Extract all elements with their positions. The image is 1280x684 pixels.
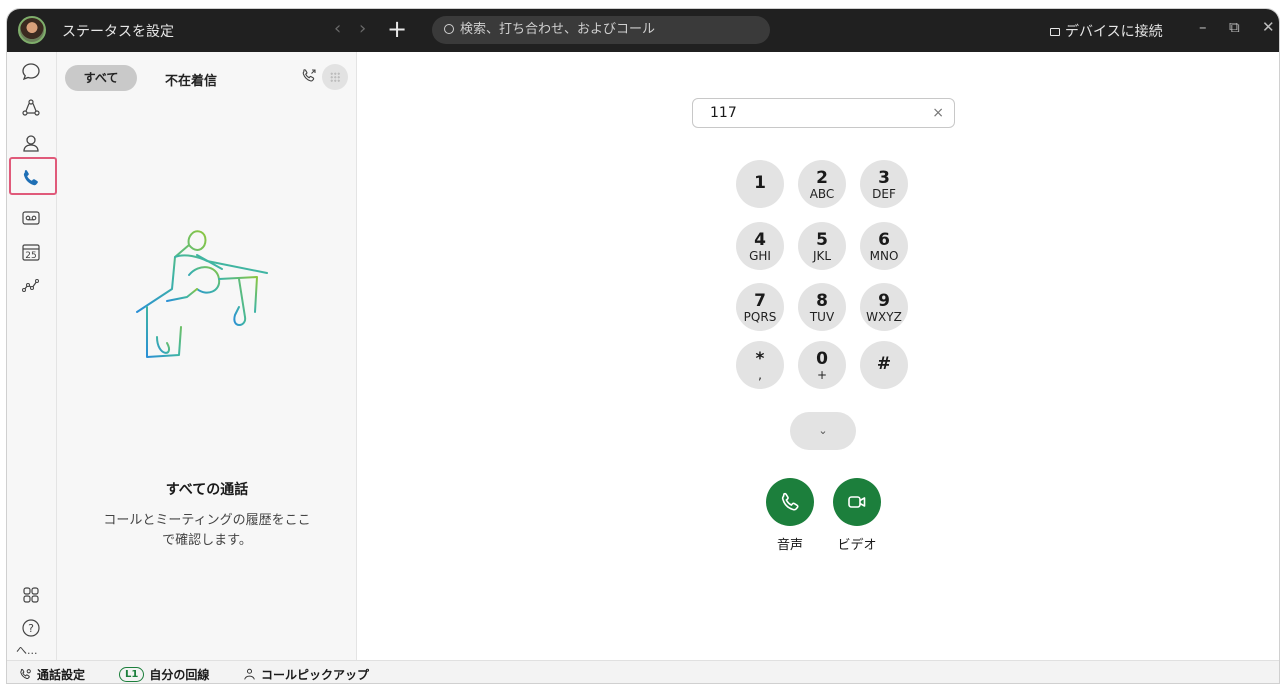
calling-icon[interactable] [20,167,42,189]
cast-icon [1050,28,1060,36]
title-bar: ステータスを設定 ‹ › + 検索、打ち合わせ、およびコール デバイスに接続 –… [7,9,1279,52]
key-1[interactable]: 1 [736,160,784,208]
clear-input-button[interactable]: × [932,99,944,127]
empty-state-title: すべての通話 [165,482,249,498]
empty-state-description: コールとミーティングの履歴をここで確認します。 [103,513,311,548]
messaging-icon[interactable] [20,61,42,83]
apps-icon[interactable] [20,584,42,606]
video-icon [848,496,866,508]
key-4[interactable]: 4 GHI [736,222,784,270]
more-label[interactable]: へ... [16,642,38,658]
search-icon [444,24,454,34]
key-5[interactable]: 5 JKL [798,222,846,270]
analytics-icon[interactable] [20,274,42,296]
tab-all[interactable]: すべて [65,65,137,91]
video-call-button[interactable] [833,478,881,526]
svg-text:?: ? [28,622,34,635]
more-options-dropdown[interactable]: ⌄ [790,412,856,450]
call-history-panel: すべて 不在着信 すべての通話 コールとミーティングの履歴をここで確認します。 [57,52,357,660]
avatar[interactable] [18,16,46,44]
maximize-button[interactable]: ⧉ [1229,18,1240,36]
phone-icon [781,492,799,511]
call-pickup-label: コールピックアップ [261,668,370,682]
key-8[interactable]: 8 TUV [798,283,846,331]
call-pickup-button[interactable]: コールピックアップ [243,666,369,683]
key-7[interactable]: 7 PQRS [736,283,784,331]
my-line-label: 自分の回線 [149,668,210,682]
close-button[interactable]: ✕ [1262,18,1275,36]
key-hash[interactable]: # [860,341,908,389]
my-line-button[interactable]: L1 自分の回線 [119,666,209,683]
search-input[interactable]: 検索、打ち合わせ、およびコール [432,16,770,44]
app-window: ステータスを設定 ‹ › + 検索、打ち合わせ、およびコール デバイスに接続 –… [6,8,1280,684]
connect-device-button[interactable]: デバイスに接続 [1050,21,1163,41]
contacts-icon[interactable] [20,132,42,154]
call-settings-icon [20,668,31,680]
connect-device-label: デバイスに接続 [1065,24,1163,40]
search-placeholder: 検索、打ち合わせ、およびコール [460,22,656,37]
calendar-icon[interactable]: 25 [20,241,42,263]
call-options-icon[interactable] [301,68,317,84]
voicemail-icon[interactable] [20,207,42,229]
teams-icon[interactable] [20,97,42,119]
minimize-button[interactable]: – [1199,18,1207,36]
key-star[interactable]: *, [736,341,784,389]
call-settings-button[interactable]: 通話設定 [19,666,85,683]
empty-history-illustration [136,230,268,358]
key-9[interactable]: 9 WXYZ [860,283,908,331]
line-badge: L1 [119,667,145,682]
key-2[interactable]: 2 ABC [798,160,846,208]
forward-button[interactable]: › [359,18,366,39]
call-settings-label: 通話設定 [37,668,86,682]
key-6[interactable]: 6 MNO [860,222,908,270]
svg-text:25: 25 [25,251,36,261]
audio-call-label: 音声 [776,538,803,553]
status-bar: 通話設定 L1 自分の回線 コールピックアップ [7,660,1279,683]
dialpad-toggle-button[interactable] [322,64,348,90]
new-button[interactable]: + [387,15,407,43]
dial-number-input[interactable]: 117 × [692,98,955,128]
audio-call-button[interactable] [766,478,814,526]
navigation-rail: 25 ? へ... [7,52,57,660]
video-call-label: ビデオ [837,538,877,553]
tab-missed[interactable]: 不在着信 [165,70,217,89]
set-status-button[interactable]: ステータスを設定 [62,21,174,41]
back-button[interactable]: ‹ [334,18,341,39]
dial-number-value: 117 [710,105,737,121]
key-0[interactable]: 0 + [798,341,846,389]
help-icon[interactable]: ? [20,617,42,639]
key-3[interactable]: 3 DEF [860,160,908,208]
call-pickup-icon [244,668,255,680]
